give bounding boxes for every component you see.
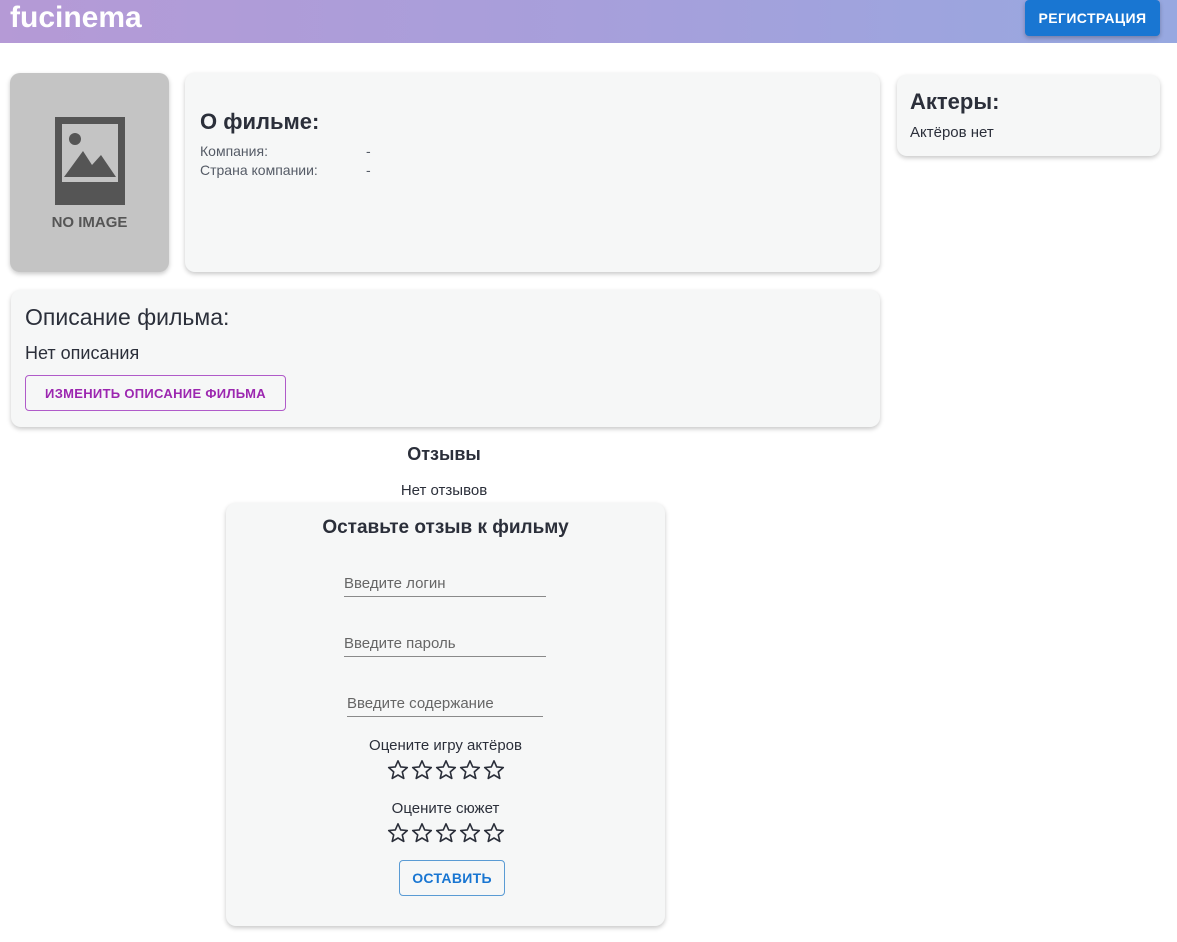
company-label: Компания: bbox=[200, 143, 268, 159]
image-placeholder-icon bbox=[55, 117, 125, 205]
edit-description-button[interactable]: ИЗМЕНИТЬ ОПИСАНИЕ ФИЛЬМА bbox=[25, 375, 286, 411]
review-form: Оставьте отзыв к фильму Оцените игру акт… bbox=[226, 503, 665, 926]
star-icon[interactable] bbox=[410, 758, 434, 782]
acting-rating-label: Оцените игру актёров bbox=[369, 737, 522, 754]
star-icon[interactable] bbox=[386, 758, 410, 782]
app-bar: fucinema РЕГИСТРАЦИЯ bbox=[0, 0, 1177, 43]
about-title: О фильме: bbox=[200, 109, 320, 134]
description-text: Нет описания bbox=[25, 343, 140, 363]
plot-rating-stars[interactable] bbox=[386, 821, 506, 845]
about-movie-card: О фильме: Компания: - Страна компании: - bbox=[185, 73, 880, 272]
actors-title: Актеры: bbox=[910, 89, 1000, 114]
reviews-empty-text: Нет отзывов bbox=[400, 482, 488, 499]
login-input[interactable] bbox=[344, 571, 546, 597]
star-icon[interactable] bbox=[458, 758, 482, 782]
acting-rating-stars[interactable] bbox=[386, 758, 506, 782]
description-title: Описание фильма: bbox=[25, 304, 230, 330]
company-row: Компания: - bbox=[200, 143, 371, 159]
submit-review-button[interactable]: ОСТАВИТЬ bbox=[399, 860, 505, 896]
star-icon[interactable] bbox=[482, 821, 506, 845]
company-country-value: - bbox=[366, 162, 371, 178]
company-value: - bbox=[366, 143, 371, 159]
actors-card: Актеры: Актёров нет bbox=[897, 75, 1160, 156]
star-icon[interactable] bbox=[434, 758, 458, 782]
movie-poster: NO IMAGE bbox=[10, 73, 169, 272]
password-input[interactable] bbox=[344, 631, 546, 657]
no-image-label: NO IMAGE bbox=[51, 214, 128, 231]
review-form-title: Оставьте отзыв к фильму bbox=[322, 517, 569, 538]
site-logo[interactable]: fucinema bbox=[10, 1, 142, 35]
plot-rating-label: Оцените сюжет bbox=[391, 800, 500, 817]
star-icon[interactable] bbox=[458, 821, 482, 845]
company-country-label: Страна компании: bbox=[200, 162, 318, 178]
reviews-title: Отзывы bbox=[407, 444, 481, 464]
star-icon[interactable] bbox=[410, 821, 434, 845]
star-icon[interactable] bbox=[434, 821, 458, 845]
star-icon[interactable] bbox=[386, 821, 410, 845]
content-input[interactable] bbox=[347, 691, 543, 717]
description-card: Описание фильма: Нет описания ИЗМЕНИТЬ О… bbox=[11, 290, 880, 427]
actors-empty-text: Актёров нет bbox=[910, 124, 994, 141]
register-button[interactable]: РЕГИСТРАЦИЯ bbox=[1025, 0, 1160, 36]
company-country-row: Страна компании: - bbox=[200, 162, 371, 178]
star-icon[interactable] bbox=[482, 758, 506, 782]
